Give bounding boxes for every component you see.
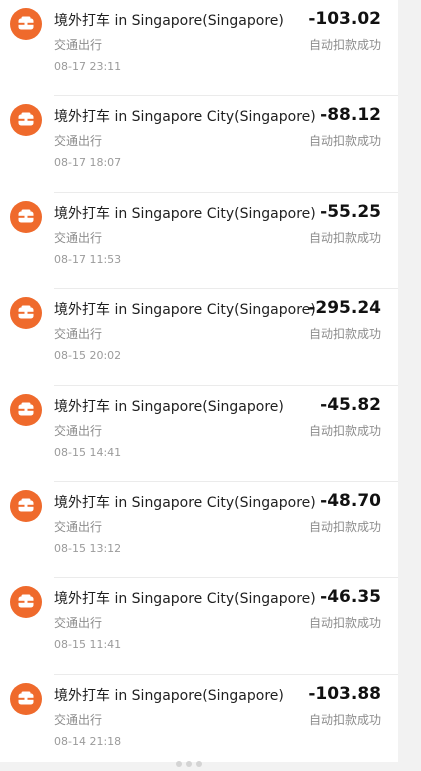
- transaction-row[interactable]: 境外打车 in Singapore City(Singapore) 交通出行 0…: [0, 482, 398, 579]
- transaction-status: 自动扣款成功: [308, 230, 381, 245]
- transaction-row[interactable]: 境外打车 in Singapore City(Singapore) 交通出行 0…: [0, 578, 398, 675]
- transaction-time: 08-15 20:02: [54, 349, 122, 363]
- transaction-category: 交通出行: [54, 712, 103, 727]
- transaction-row[interactable]: 境外打车 in Singapore City(Singapore) 交通出行 0…: [0, 289, 398, 386]
- transaction-row[interactable]: 境外打车 in Singapore City(Singapore) 交通出行 0…: [0, 193, 398, 290]
- transaction-amount: -295.24: [308, 298, 381, 319]
- ride-icon-glyph: [18, 402, 34, 416]
- transaction-time: 08-15 14:41: [54, 445, 122, 459]
- transaction-status: 自动扣款成功: [308, 616, 381, 631]
- ride-icon: [10, 200, 42, 233]
- transaction-title: 境外打车 in Singapore City(Singapore): [54, 205, 316, 222]
- transaction-status: 自动扣款成功: [308, 712, 381, 727]
- transaction-amount: -103.02: [308, 9, 381, 29]
- ride-icon-glyph: [18, 691, 34, 705]
- ride-icon: [10, 586, 42, 619]
- transaction-amount: -88.12: [320, 105, 381, 126]
- transaction-category: 交通出行: [54, 519, 103, 534]
- transaction-status: 自动扣款成功: [308, 38, 381, 52]
- transaction-category: 交通出行: [54, 230, 103, 245]
- transaction-list: 境外打车 in Singapore(Singapore) 交通出行 08-17 …: [0, 0, 398, 771]
- ride-icon: [10, 393, 42, 426]
- transaction-amount: -55.25: [320, 201, 381, 222]
- transaction-amount: -48.70: [320, 490, 381, 511]
- transaction-title: 境外打车 in Singapore City(Singapore): [54, 591, 316, 608]
- transaction-category: 交通出行: [54, 38, 103, 52]
- transaction-time: 08-15 13:12: [54, 541, 122, 555]
- transaction-category: 交通出行: [54, 134, 103, 149]
- transaction-status: 自动扣款成功: [308, 327, 381, 342]
- ride-icon-glyph: [18, 112, 34, 126]
- transaction-time: 08-14 21:18: [54, 734, 122, 748]
- transaction-panel: 境外打车 in Singapore(Singapore) 交通出行 08-17 …: [0, 0, 398, 767]
- transaction-row[interactable]: 境外打车 in Singapore City(Singapore) 交通出行 0…: [0, 96, 398, 193]
- transaction-title: 境外打车 in Singapore City(Singapore): [54, 302, 316, 319]
- transaction-status: 自动扣款成功: [308, 423, 381, 438]
- transaction-status: 自动扣款成功: [308, 519, 381, 534]
- transaction-amount: -45.82: [320, 394, 381, 415]
- transaction-category: 交通出行: [54, 327, 103, 342]
- transaction-amount: -103.88: [308, 683, 381, 704]
- transaction-category: 交通出行: [54, 423, 103, 438]
- ride-icon-glyph: [18, 498, 34, 512]
- transaction-title: 境外打车 in Singapore City(Singapore): [54, 109, 316, 126]
- transaction-time: 08-17 11:53: [54, 252, 122, 266]
- ride-icon-glyph: [18, 16, 34, 30]
- ride-icon-glyph: [18, 209, 34, 223]
- ride-icon: [10, 682, 42, 715]
- transaction-row[interactable]: 境外打车 in Singapore(Singapore) 交通出行 08-17 …: [0, 0, 398, 97]
- ride-icon-glyph: [18, 594, 34, 608]
- transaction-category: 交通出行: [54, 616, 103, 631]
- transaction-status: 自动扣款成功: [308, 134, 381, 149]
- ride-icon-glyph: [18, 305, 34, 319]
- ride-icon: [10, 8, 42, 40]
- ride-icon: [10, 297, 42, 330]
- transaction-row[interactable]: 境外打车 in Singapore(Singapore) 交通出行 08-15 …: [0, 386, 398, 482]
- loading-indicator: [176, 752, 216, 767]
- ride-icon: [10, 104, 42, 137]
- transaction-title: 境外打车 in Singapore City(Singapore): [54, 494, 316, 511]
- transaction-time: 08-15 11:41: [54, 638, 122, 652]
- transaction-title: 境外打车 in Singapore(Singapore): [54, 687, 284, 704]
- ride-icon: [10, 489, 42, 522]
- transaction-time: 08-17 18:07: [54, 156, 122, 170]
- transaction-time: 08-17 23:11: [54, 60, 122, 73]
- transaction-title: 境外打车 in Singapore(Singapore): [54, 13, 284, 29]
- transaction-amount: -46.35: [320, 587, 381, 608]
- transaction-title: 境外打车 in Singapore(Singapore): [54, 398, 284, 415]
